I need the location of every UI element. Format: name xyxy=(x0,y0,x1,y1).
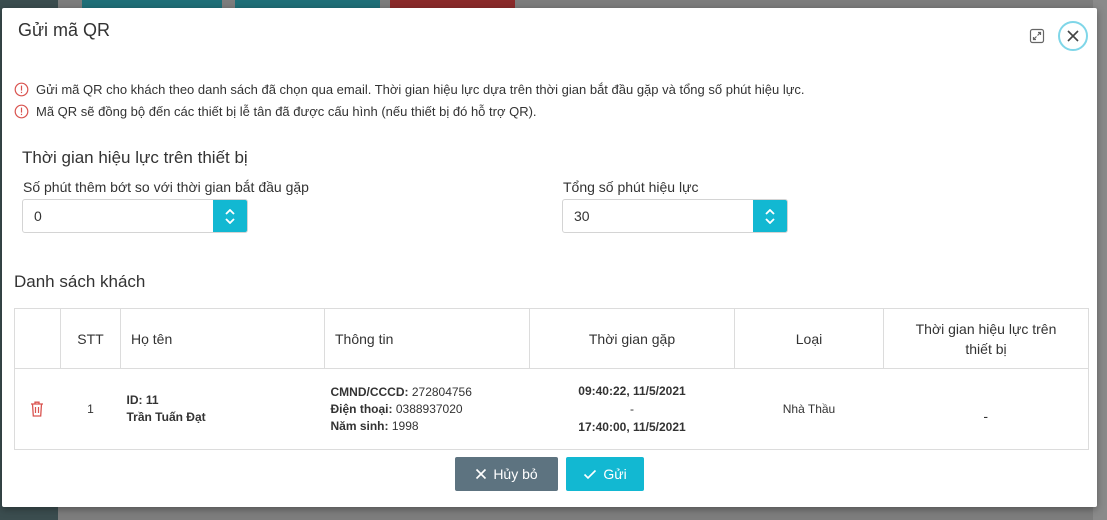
guest-name: Trần Tuấn Đạt xyxy=(126,410,206,424)
send-button-label: Gửi xyxy=(603,466,627,482)
row-name-cell: ID: 11 Trần Tuấn Đạt xyxy=(120,368,325,450)
cccd-label: CMND/CCCD: xyxy=(330,384,409,399)
total-minutes-label: Tổng số phút hiệu lực xyxy=(563,179,699,195)
chevron-up-icon[interactable] xyxy=(225,208,235,215)
column-header-meeting-time: Thời gian gặp xyxy=(529,308,735,369)
meeting-start: 09:40:22, 11/5/2021 xyxy=(578,384,686,398)
column-header-validity: Thời gian hiệu lực trên thiết bị xyxy=(883,308,1089,369)
column-header-stt: STT xyxy=(60,308,121,369)
stepper-buttons[interactable] xyxy=(213,200,247,232)
column-header-type: Loại xyxy=(734,308,884,369)
phone-value: 0388937020 xyxy=(395,401,463,416)
info-icon xyxy=(14,82,29,97)
close-icon xyxy=(1067,30,1079,42)
chevron-down-icon[interactable] xyxy=(225,217,235,224)
table-header-row: STT Họ tên Thông tin Thời gian gặp Loại … xyxy=(14,308,1089,369)
guest-table: STT Họ tên Thông tin Thời gian gặp Loại … xyxy=(14,308,1089,450)
stepper-buttons[interactable] xyxy=(753,200,787,232)
column-header-name: Họ tên xyxy=(120,308,325,369)
table-row: 1 ID: 11 Trần Tuấn Đạt CMND/CCCD: 272804… xyxy=(14,368,1089,450)
validity-section-title: Thời gian hiệu lực trên thiết bị xyxy=(22,148,248,167)
close-button[interactable] xyxy=(1058,21,1088,51)
row-info-cell: CMND/CCCD: 272804756 Điện thoại: 0388937… xyxy=(324,368,530,450)
column-header-info: Thông tin xyxy=(324,308,530,369)
total-minutes-input[interactable]: 30 xyxy=(563,200,753,232)
total-minutes-stepper[interactable]: 30 xyxy=(562,199,788,233)
offset-minutes-stepper[interactable]: 0 xyxy=(22,199,248,233)
row-validity: - xyxy=(883,368,1089,450)
info-icon xyxy=(14,104,29,119)
chevron-up-icon[interactable] xyxy=(765,208,775,215)
offset-minutes-label: Số phút thêm bớt so với thời gian bắt đầ… xyxy=(23,179,309,195)
birth-year-value: 1998 xyxy=(391,418,419,433)
phone-label: Điện thoại: xyxy=(330,401,393,416)
offset-minutes-input[interactable]: 0 xyxy=(23,200,213,232)
guest-list-title: Danh sách khách xyxy=(14,272,146,291)
modal-title: Gửi mã QR xyxy=(18,20,111,40)
meeting-end: 17:40:00, 11/5/2021 xyxy=(578,420,686,434)
info-note-text: Gửi mã QR cho khách theo danh sách đã ch… xyxy=(36,82,805,97)
guest-id: ID: 11 xyxy=(126,393,159,407)
send-qr-modal: Gửi mã QR Gửi mã QR cho khách theo danh … xyxy=(2,8,1097,507)
info-note: Gửi mã QR cho khách theo danh sách đã ch… xyxy=(14,82,805,97)
birth-year-label: Năm sinh: xyxy=(330,418,389,433)
row-meeting-time-cell: 09:40:22, 11/5/2021 - 17:40:00, 11/5/202… xyxy=(529,368,735,450)
column-header-actions xyxy=(14,308,61,369)
row-stt: 1 xyxy=(60,368,121,450)
close-icon xyxy=(476,468,487,480)
trash-icon[interactable] xyxy=(29,400,45,418)
expand-icon[interactable] xyxy=(1029,28,1045,44)
info-note: Mã QR sẽ đồng bộ đến các thiết bị lễ tân… xyxy=(14,104,537,119)
cancel-button-label: Hủy bỏ xyxy=(493,466,538,482)
cancel-button[interactable]: Hủy bỏ xyxy=(455,457,558,491)
row-actions-cell xyxy=(14,368,61,450)
cccd-value: 272804756 xyxy=(411,384,472,399)
chevron-down-icon[interactable] xyxy=(765,217,775,224)
row-type: Nhà Thầu xyxy=(734,368,884,450)
meeting-separator: - xyxy=(630,402,634,416)
check-icon xyxy=(584,469,597,479)
info-note-text: Mã QR sẽ đồng bộ đến các thiết bị lễ tân… xyxy=(36,104,537,119)
send-button[interactable]: Gửi xyxy=(566,457,644,491)
